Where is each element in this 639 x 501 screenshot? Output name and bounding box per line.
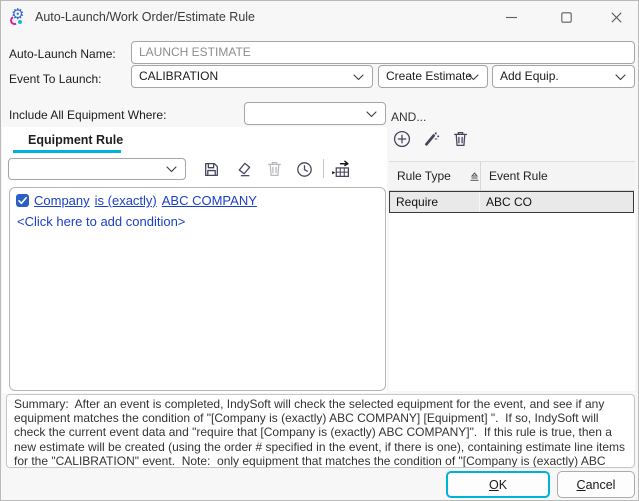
edit-wand-icon — [422, 130, 440, 148]
window-title: Auto-Launch/Work Order/Estimate Rule — [35, 10, 255, 24]
chevron-down-icon — [166, 166, 177, 173]
saved-rules-select[interactable] — [8, 158, 186, 180]
rule-type-cell: Require — [390, 192, 480, 212]
close-button[interactable] — [598, 3, 634, 31]
include-where-select[interactable] — [244, 102, 386, 125]
column-header-event-rule[interactable]: Event Rule — [481, 162, 635, 190]
sort-ascending-icon — [469, 171, 480, 182]
rule-history-button[interactable] — [293, 158, 315, 180]
chevron-down-icon — [468, 74, 479, 81]
delete-icon — [453, 131, 468, 147]
ok-button[interactable]: OK — [446, 471, 550, 498]
auto-launch-rule-dialog: ⚙ Auto-Launch/Work Order/Estimate Rule A… — [0, 0, 639, 501]
condition-value-link[interactable]: ABC COMPANY — [162, 193, 257, 208]
event-to-launch-select[interactable]: CALIBRATION — [131, 65, 373, 88]
include-where-label: Include All Equipment Where: — [9, 108, 166, 122]
equipment-action-select[interactable]: Add Equip. — [492, 65, 635, 88]
close-icon — [611, 12, 622, 23]
condition-editor: Company is (exactly) ABC COMPANY <Click … — [9, 187, 386, 391]
chevron-down-icon — [615, 74, 626, 81]
event-rule-cell: ABC CO — [480, 192, 633, 212]
delete-icon — [267, 161, 282, 177]
launch-action-select[interactable]: Create Estimate — [378, 65, 488, 88]
app-gear-icon: ⚙ — [10, 7, 28, 25]
condition-row: Company is (exactly) ABC COMPANY — [16, 193, 379, 208]
history-clock-icon — [296, 161, 313, 178]
minimize-button[interactable] — [493, 3, 529, 31]
save-icon — [203, 161, 220, 178]
maximize-button[interactable] — [548, 3, 584, 31]
chevron-down-icon — [366, 111, 377, 118]
tab-active-underline — [13, 150, 121, 153]
add-circle-icon — [393, 130, 411, 148]
add-condition-link[interactable]: <Click here to add condition> — [17, 214, 379, 229]
edit-event-rule-button[interactable] — [420, 128, 442, 150]
checkbox-checked-icon — [17, 195, 28, 206]
event-rule-row[interactable]: Require ABC CO — [389, 191, 634, 213]
grid-header: Rule Type Event Rule — [389, 161, 635, 191]
send-to-grid-icon — [331, 160, 351, 178]
toolbar-separator — [323, 159, 324, 178]
auto-launch-name-input[interactable]: LAUNCH ESTIMATE — [131, 41, 635, 64]
event-rules-grid: Rule Type Event Rule Require ABC CO — [389, 161, 635, 391]
and-label: AND... — [391, 110, 426, 124]
summary-text: Summary: After an event is completed, In… — [6, 394, 635, 468]
condition-operator-link[interactable]: is (exactly) — [95, 193, 157, 208]
maximize-icon — [561, 12, 572, 23]
condition-field-link[interactable]: Company — [34, 193, 90, 208]
save-rule-button[interactable] — [200, 158, 222, 180]
rule-toolbar — [1, 156, 387, 182]
auto-launch-name-label: Auto-Launch Name: — [9, 47, 116, 61]
delete-event-rule-button[interactable] — [449, 128, 471, 150]
delete-rule-button[interactable] — [263, 158, 285, 180]
minimize-icon — [506, 12, 517, 23]
clear-rule-button[interactable] — [232, 158, 254, 180]
event-to-launch-label: Event To Launch: — [9, 72, 102, 86]
eraser-icon — [234, 160, 252, 178]
add-event-rule-button[interactable] — [391, 128, 413, 150]
condition-checkbox[interactable] — [16, 194, 29, 207]
column-header-rule-type[interactable]: Rule Type — [389, 162, 481, 190]
cancel-button[interactable]: Cancel — [557, 471, 635, 498]
chevron-down-icon — [353, 74, 364, 81]
send-to-grid-button[interactable] — [330, 158, 352, 180]
titlebar: ⚙ Auto-Launch/Work Order/Estimate Rule — [1, 1, 638, 33]
